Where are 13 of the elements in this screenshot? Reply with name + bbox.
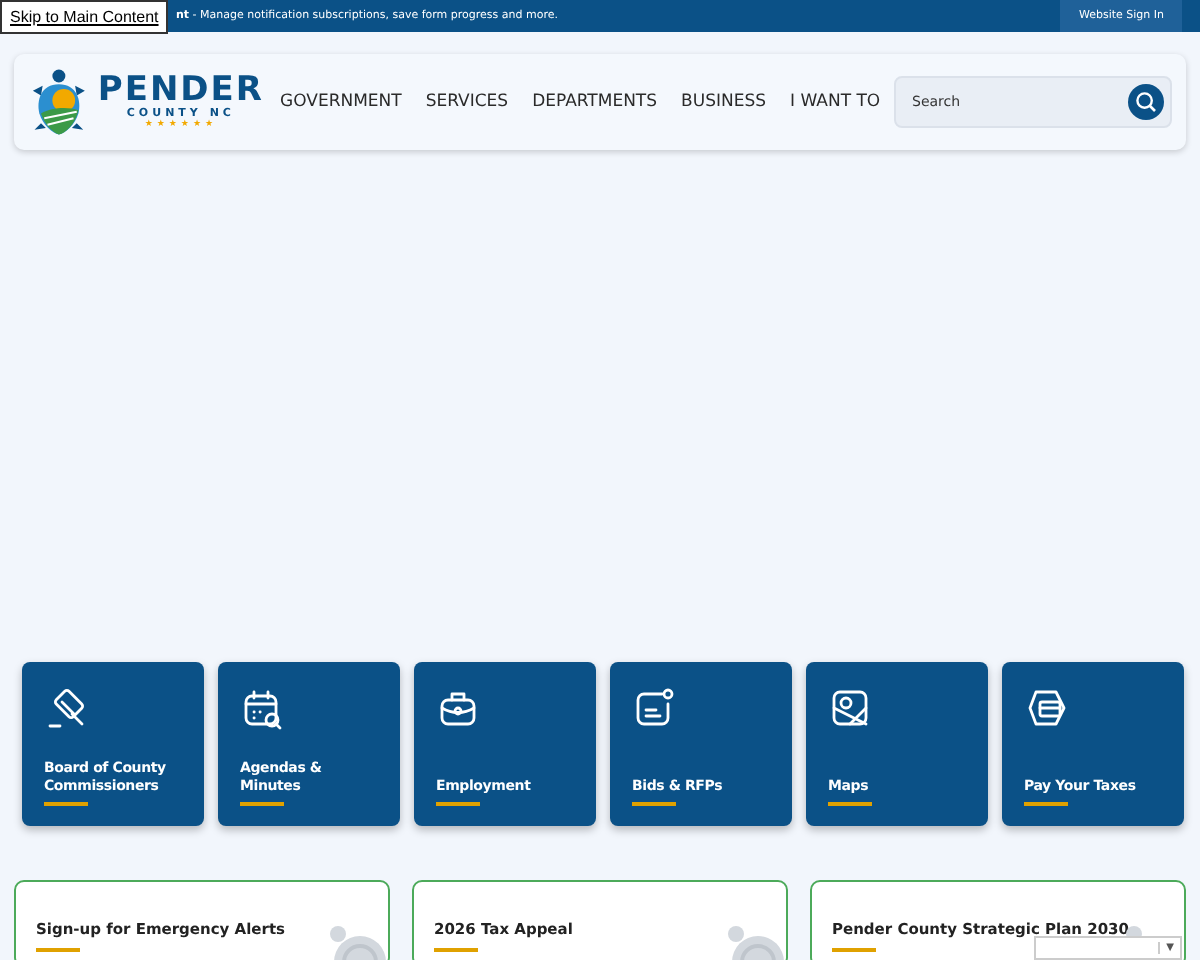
- skip-link[interactable]: Skip to Main Content: [0, 0, 169, 34]
- gavel-icon: [44, 686, 88, 730]
- nav-link[interactable]: SERVICES: [425, 92, 509, 112]
- nav-link[interactable]: I WANT TO: [790, 92, 881, 112]
- calendar-icon: [240, 686, 284, 730]
- logo-name: PENDER: [97, 74, 264, 108]
- search-icon[interactable]: [1128, 84, 1164, 120]
- nav-link[interactable]: GOVERNMENT: [280, 92, 402, 112]
- nav-link[interactable]: DEPARTMENTS: [532, 92, 658, 112]
- map-icon: [828, 686, 872, 730]
- nav-link[interactable]: BUSINESS: [681, 92, 767, 112]
- notice-icon: [632, 686, 676, 730]
- credit-card-icon: [1024, 686, 1068, 730]
